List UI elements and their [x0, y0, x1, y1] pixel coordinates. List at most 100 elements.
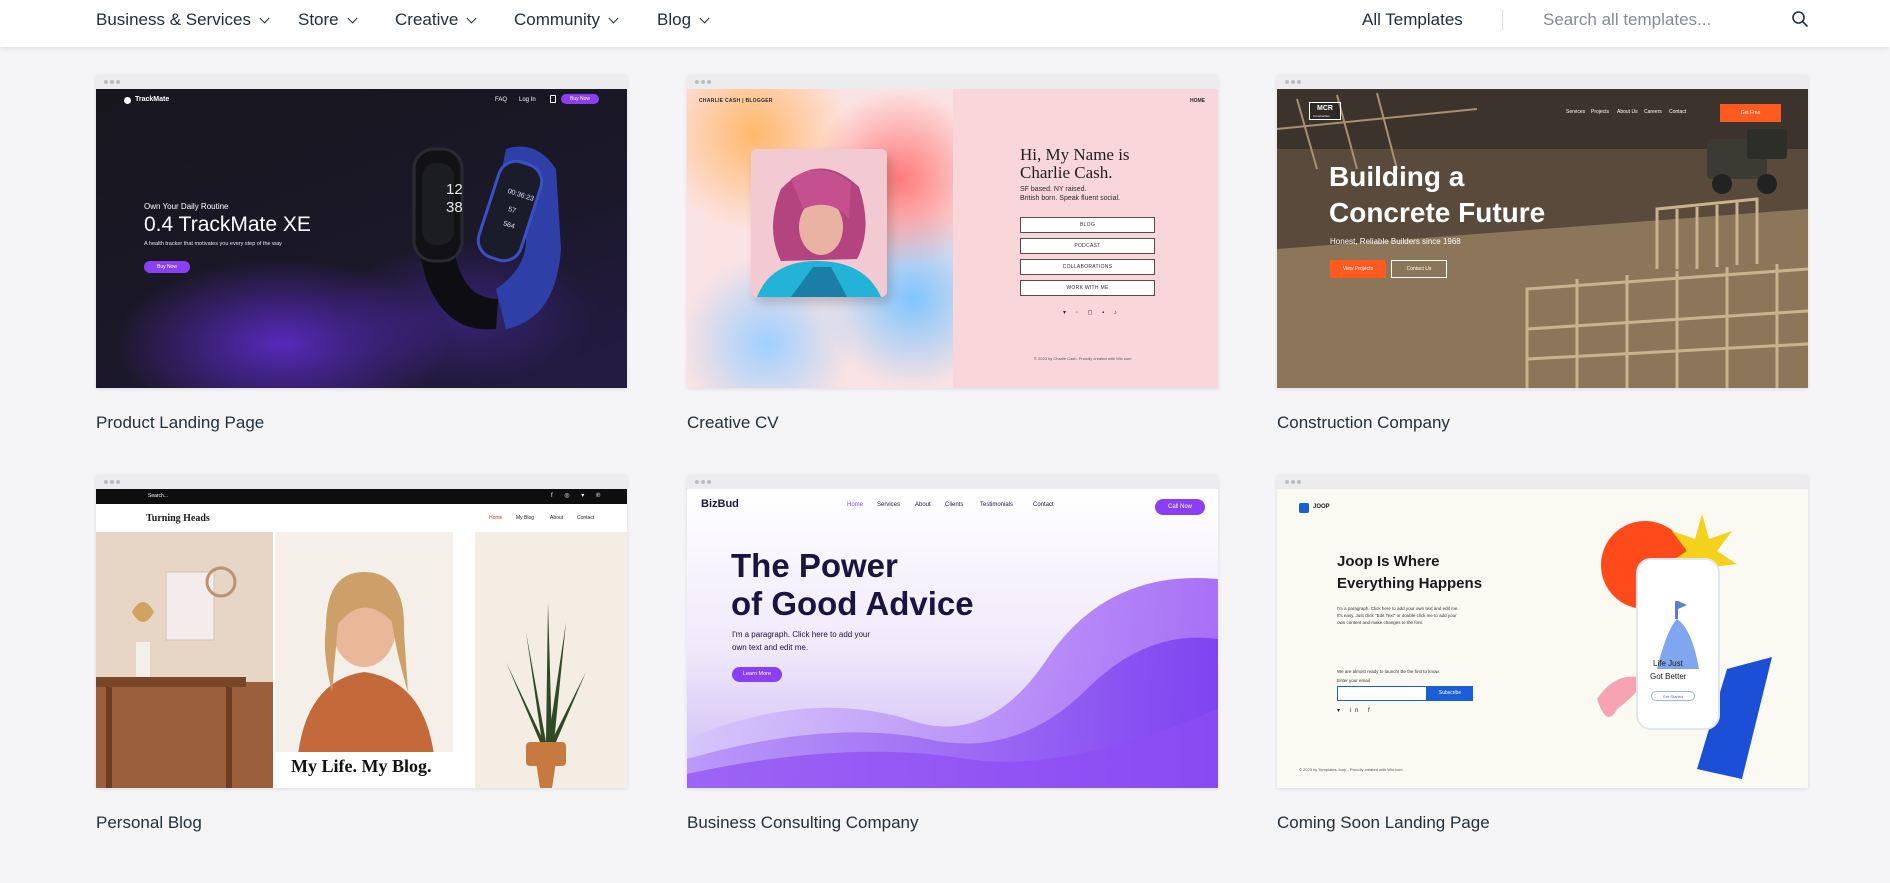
- chevron-down-icon: [347, 13, 358, 23]
- social-icons: f ◎ ▾ ℗: [551, 493, 606, 499]
- preview-menu-item: Contact: [1033, 502, 1054, 508]
- search-input[interactable]: [1543, 6, 1773, 34]
- browser-chrome: [96, 475, 627, 489]
- preview-headline: The Power: [731, 547, 898, 584]
- browser-chrome: [1277, 475, 1808, 489]
- portrait-photo: [751, 149, 887, 297]
- browser-chrome: [1277, 75, 1808, 89]
- template-title[interactable]: Personal Blog: [96, 813, 202, 833]
- preview-menu-item: HOME: [1190, 98, 1205, 104]
- all-templates-link[interactable]: All Templates: [1362, 0, 1463, 40]
- browser-chrome: [96, 75, 627, 89]
- template-thumbnail[interactable]: JOOP Joop Is Where Everything Happens I'…: [1277, 475, 1808, 788]
- template-title[interactable]: Creative CV: [687, 413, 779, 433]
- preview-joop: JOOP Joop Is Where Everything Happens I'…: [1277, 489, 1808, 788]
- preview-brand: TrackMate: [135, 96, 170, 103]
- top-nav: Business & Services Store Creative Commu…: [0, 0, 1890, 47]
- search-icon[interactable]: [1791, 10, 1809, 28]
- nav-item-label: Blog: [657, 10, 692, 29]
- preview-menu-item: About Us: [1617, 109, 1638, 115]
- preview-menu-item: About: [915, 502, 931, 508]
- preview-email-label: Enter your email: [1337, 678, 1370, 683]
- preview-headline: Building a: [1329, 161, 1465, 192]
- browser-chrome: [687, 475, 1218, 489]
- preview-headline: Charlie Cash.: [1020, 163, 1113, 182]
- preview-paragraph: I'm a paragraph. Click here to add your: [732, 630, 871, 639]
- nav-item-store[interactable]: Store: [298, 0, 358, 40]
- preview-menu-item: Contact: [577, 515, 595, 521]
- preview-brand: Turning Heads: [146, 513, 210, 524]
- nav-divider: [1502, 10, 1503, 30]
- preview-turning-heads: Search... f ◎ ▾ ℗ Turning Heads Home My …: [96, 489, 627, 788]
- watch-time-minutes: 38: [446, 199, 463, 216]
- preview-menu-item: FAQ: [495, 97, 508, 103]
- preview-headline: 0.4 TrackMate XE: [144, 213, 311, 236]
- template-thumbnail[interactable]: BizBud Home Services About Clients Testi…: [687, 475, 1218, 788]
- nav-item-label: Store: [298, 10, 339, 29]
- preview-button: View Projects: [1330, 260, 1386, 278]
- chevron-down-icon: [608, 13, 619, 23]
- nav-item-label: Community: [514, 10, 600, 29]
- preview-subscribe-button: Subscribe: [1427, 686, 1473, 701]
- preview-email-input: [1337, 686, 1427, 701]
- preview-button: Contact Us: [1391, 260, 1447, 278]
- cart-icon: [550, 95, 556, 103]
- preview-menu-item: Clients: [945, 502, 964, 508]
- nav-item-blog[interactable]: Blog: [657, 0, 710, 40]
- preview-menu-item: Home: [489, 515, 503, 521]
- preview-link-button: PODCAST: [1020, 238, 1155, 254]
- preview-menu-item: My Blog: [516, 515, 535, 521]
- phone-text: Got Better: [1650, 672, 1687, 681]
- preview-sub: Honest, Reliable Builders since 1968: [1330, 237, 1461, 246]
- template-thumbnail[interactable]: CHARLIE CASH | BLOGGER HOME Hi, My Name …: [687, 75, 1218, 388]
- preview-caption: My Life. My Blog.: [291, 756, 432, 776]
- preview-link-button: COLLABORATIONS: [1020, 259, 1155, 275]
- preview-charlie-cash: CHARLIE CASH | BLOGGER HOME Hi, My Name …: [687, 89, 1218, 388]
- nav-item-community[interactable]: Community: [514, 0, 619, 40]
- nav-item-label: Creative: [395, 10, 459, 29]
- preview-paragraph: It's easy. Just click "Edit Text" or dou…: [1337, 613, 1457, 618]
- preview-menu-item: Contact: [1669, 109, 1687, 115]
- preview-headline: Joop Is Where: [1337, 553, 1440, 570]
- preview-link-button: BLOG: [1020, 217, 1155, 233]
- preview-menu-item: Careers: [1644, 109, 1662, 115]
- preview-bio: British born. Speak fluent social.: [1020, 195, 1120, 202]
- template-thumbnail[interactable]: MCR Construction Services Projects About…: [1277, 75, 1808, 388]
- preview-menu-item: Log In: [519, 97, 536, 103]
- template-title[interactable]: Construction Company: [1277, 413, 1450, 433]
- social-icons: ▾ in f: [1337, 708, 1374, 714]
- template-thumbnail[interactable]: TrackMate FAQ Log In Buy Now Own Your Da…: [96, 75, 627, 388]
- chevron-down-icon: [466, 13, 477, 23]
- preview-menu-item: About: [550, 515, 564, 521]
- preview-headline: of Good Advice: [731, 585, 974, 622]
- preview-bio: SF based. NY raised.: [1020, 186, 1087, 193]
- nav-item-creative[interactable]: Creative: [395, 0, 477, 40]
- preview-topbar: [96, 489, 627, 504]
- preview-headline: Everything Happens: [1337, 575, 1483, 592]
- template-title[interactable]: Product Landing Page: [96, 413, 264, 433]
- template-thumbnail[interactable]: Search... f ◎ ▾ ℗ Turning Heads Home My …: [96, 475, 627, 788]
- preview-bizbud: BizBud Home Services About Clients Testi…: [687, 489, 1218, 788]
- preview-sub: A health tracker that motivates you ever…: [144, 241, 282, 247]
- social-icons: ▾ ◦ ◻ ▪ ♪: [1063, 310, 1121, 316]
- preview-headline: Hi, My Name is: [1020, 145, 1130, 164]
- nav-item-business-services[interactable]: Business & Services: [96, 0, 270, 40]
- preview-brand: CHARLIE CASH | BLOGGER: [699, 98, 773, 104]
- preview-paragraph: I'm a paragraph. Click here to add your …: [1337, 606, 1459, 611]
- preview-menu-item: Services: [1566, 109, 1586, 115]
- joop-illustration: [1597, 514, 1772, 779]
- preview-brand: JOOP: [1313, 504, 1330, 510]
- blog-hero-photos: [96, 532, 627, 788]
- preview-search: Search...: [148, 493, 169, 499]
- logo-text: MCR: [1317, 105, 1333, 112]
- preview-mcr-construction: MCR Construction Services Projects About…: [1277, 89, 1808, 388]
- phone-button: Get Started: [1651, 691, 1695, 701]
- preview-paragraph: own content and make changes to the font…: [1337, 620, 1424, 625]
- preview-menu-item: Services: [877, 502, 901, 508]
- preview-cta: Call Now: [1155, 499, 1205, 515]
- preview-footer: © 2023 by Templates Joop - Proudly creat…: [1299, 767, 1403, 772]
- template-title[interactable]: Coming Soon Landing Page: [1277, 813, 1490, 833]
- preview-menu-item: Testimonials: [980, 502, 1014, 508]
- template-title[interactable]: Business Consulting Company: [687, 813, 919, 833]
- preview-button: Learn More: [732, 667, 782, 682]
